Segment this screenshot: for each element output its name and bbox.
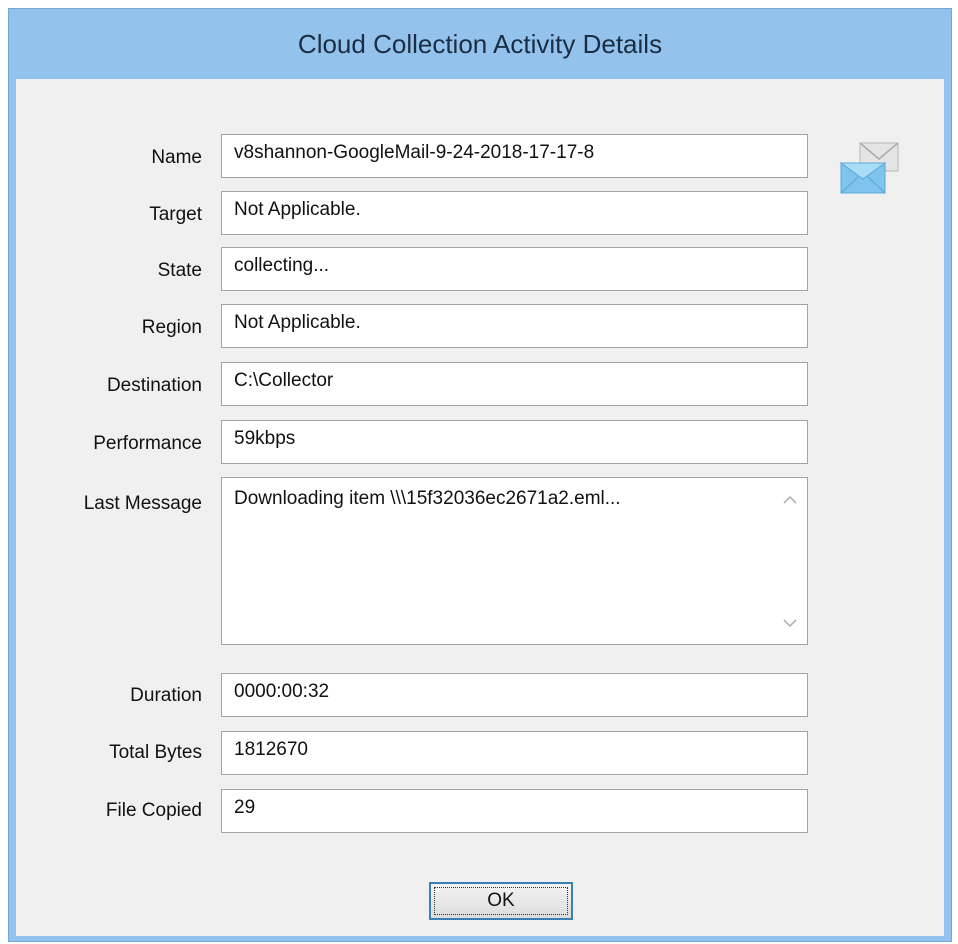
last-message-field[interactable]: Downloading item \\\15f32036ec2671a2.eml…	[221, 477, 808, 645]
destination-label: Destination	[106, 375, 202, 396]
ok-button[interactable]: OK	[429, 882, 573, 920]
file-copied-field[interactable]: 29	[221, 789, 808, 833]
name-label: Name	[151, 147, 202, 168]
performance-label: Performance	[93, 433, 202, 454]
region-label: Region	[141, 317, 202, 338]
chevron-up-icon[interactable]	[773, 484, 807, 514]
last-message-text: Downloading item \\\15f32036ec2671a2.eml…	[234, 488, 621, 509]
name-field[interactable]: v8shannon-GoogleMail-9-24-2018-17-17-8	[221, 134, 808, 178]
activity-details-dialog: Cloud Collection Activity Details Name v…	[8, 8, 952, 942]
chevron-down-icon[interactable]	[773, 608, 807, 638]
focus-rectangle	[434, 887, 568, 915]
mail-icon	[838, 137, 902, 197]
state-field[interactable]: collecting...	[221, 247, 808, 291]
dialog-client-area: Name v8shannon-GoogleMail-9-24-2018-17-1…	[16, 79, 944, 936]
state-label: State	[157, 260, 202, 281]
duration-label: Duration	[130, 685, 202, 706]
dialog-title: Cloud Collection Activity Details	[297, 28, 663, 59]
last-message-scrollbar[interactable]	[773, 478, 807, 644]
target-field[interactable]: Not Applicable.	[221, 191, 808, 235]
file-copied-label: File Copied	[105, 800, 202, 821]
performance-field[interactable]: 59kbps	[221, 420, 808, 464]
total-bytes-field[interactable]: 1812670	[221, 731, 808, 775]
duration-field[interactable]: 0000:00:32	[221, 673, 808, 717]
total-bytes-label: Total Bytes	[109, 742, 202, 763]
last-message-label: Last Message	[83, 493, 202, 514]
region-field[interactable]: Not Applicable.	[221, 304, 808, 348]
destination-field[interactable]: C:\Collector	[221, 362, 808, 406]
target-label: Target	[149, 204, 202, 225]
